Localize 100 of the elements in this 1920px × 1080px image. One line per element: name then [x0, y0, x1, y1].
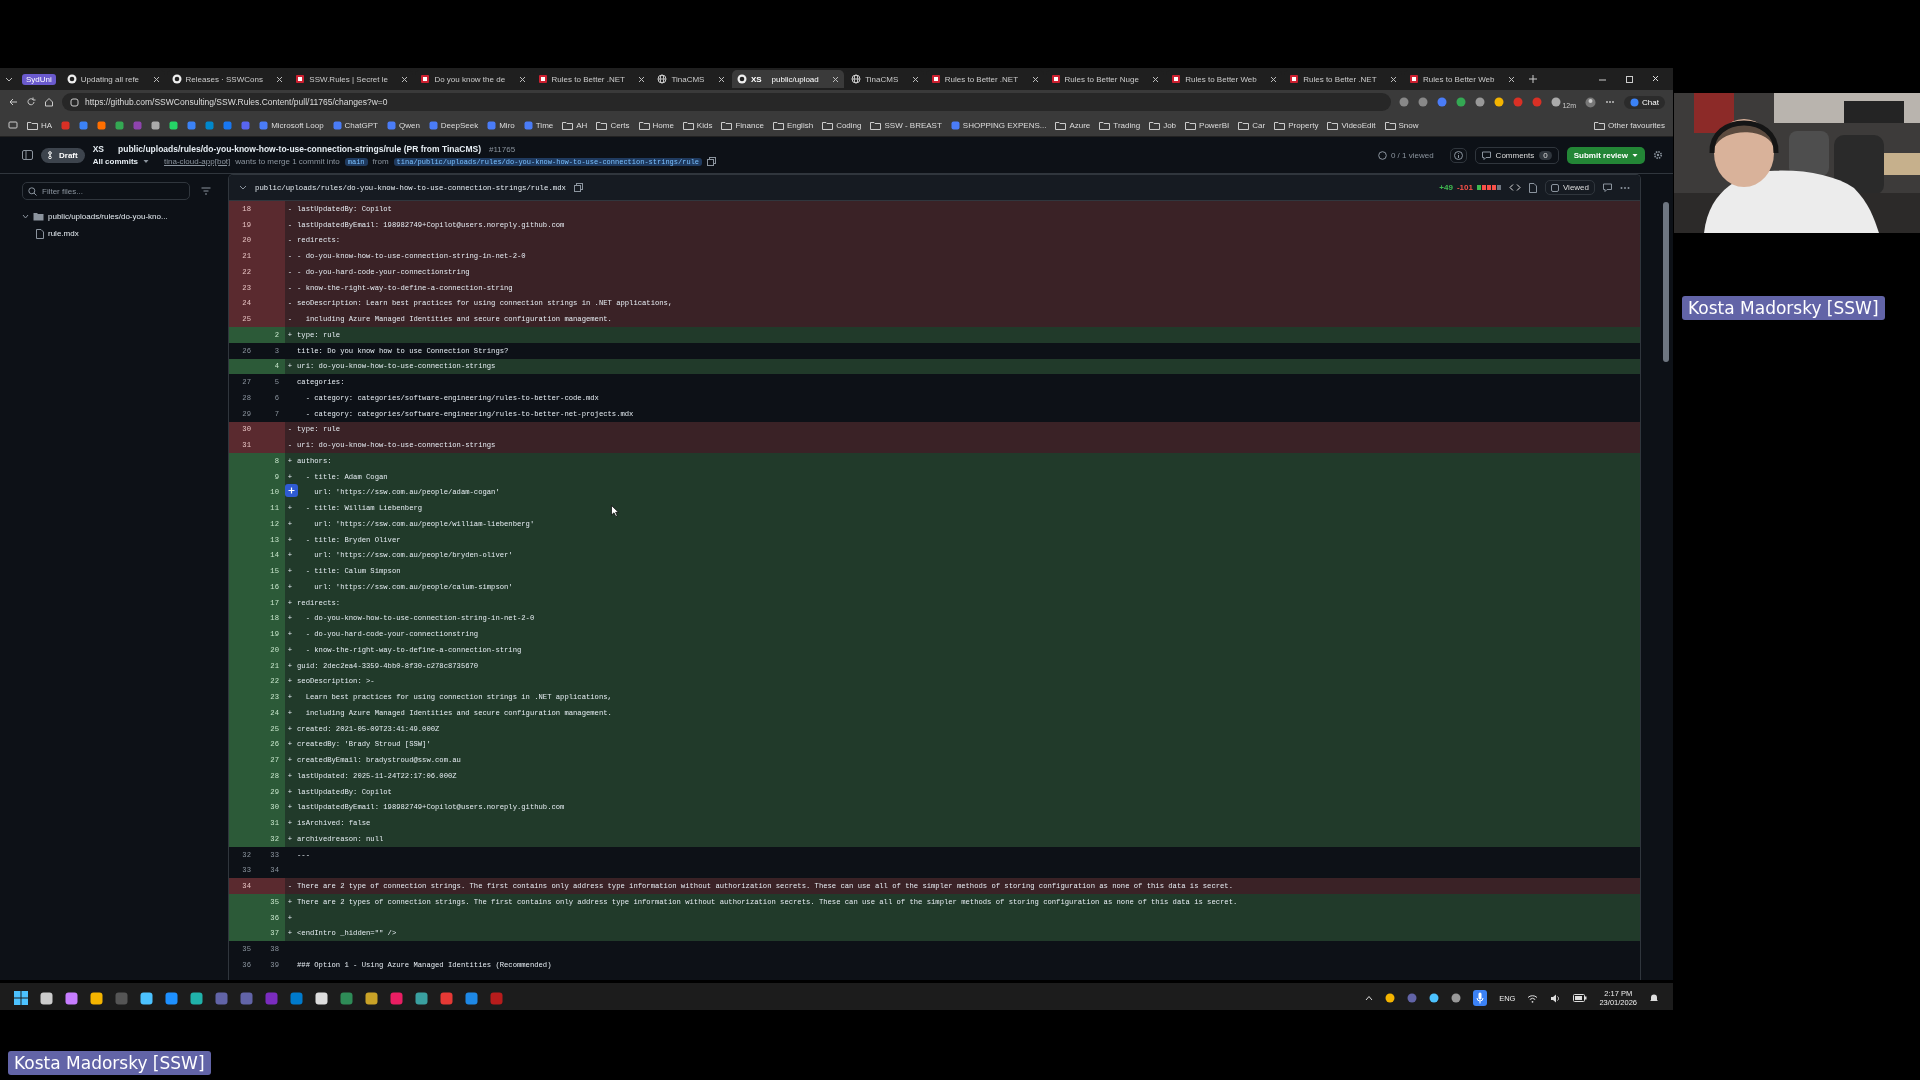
close-icon[interactable]: [1390, 75, 1398, 83]
extension-icon[interactable]: [1551, 97, 1562, 107]
close-icon[interactable]: [638, 75, 646, 83]
wifi-icon[interactable]: [1527, 993, 1539, 1003]
close-icon[interactable]: [717, 75, 725, 83]
circle-logo-icon: [66, 74, 77, 84]
caret-up-icon[interactable]: [1365, 995, 1374, 1001]
close-icon[interactable]: [1152, 75, 1160, 83]
chevron-down-icon[interactable]: [239, 184, 247, 191]
extension-icon[interactable]: [1399, 97, 1410, 107]
close-icon[interactable]: [911, 75, 919, 83]
close-icon[interactable]: [1507, 75, 1515, 83]
info-button[interactable]: [1449, 147, 1467, 163]
tray-icon[interactable]: [1385, 993, 1396, 1003]
close-icon[interactable]: [1651, 74, 1659, 82]
home-icon[interactable]: [44, 97, 54, 107]
add-comment-button[interactable]: [285, 484, 298, 497]
bookmark[interactable]: Property: [1274, 120, 1319, 130]
bookmark[interactable]: Job: [1149, 120, 1177, 130]
participant-name: Kosta Madorsky [SSW]: [1682, 296, 1885, 320]
submit-review-button[interactable]: Submit review: [1566, 146, 1645, 164]
extension-icon[interactable]: [1456, 97, 1467, 107]
comment-icon[interactable]: [1603, 183, 1612, 192]
profile-icon[interactable]: [1585, 96, 1597, 108]
bookmark[interactable]: Certs: [596, 120, 630, 130]
sidebar-toggle-icon[interactable]: [22, 150, 33, 160]
bookmark[interactable]: SHOPPING EXPENS...: [950, 120, 1047, 130]
close-icon[interactable]: [276, 75, 284, 83]
bookmark[interactable]: ChatGPT: [332, 120, 378, 130]
bookmark[interactable]: Car: [1238, 120, 1266, 130]
bookmark[interactable]: Miro: [487, 120, 515, 130]
scrollbar-thumb[interactable]: [1663, 202, 1669, 362]
new-tab-icon[interactable]: [1527, 74, 1538, 84]
draft-badge[interactable]: Draft: [41, 147, 85, 163]
bookmark[interactable]: Other favourites: [1594, 120, 1665, 130]
tree-item[interactable]: rule.mdx: [36, 225, 216, 242]
commits-dropdown[interactable]: All commits: [92, 157, 149, 166]
microphone-button[interactable]: [1473, 990, 1488, 1006]
bookmark[interactable]: Kids: [682, 120, 713, 130]
close-icon[interactable]: [1031, 75, 1039, 83]
close-icon[interactable]: [401, 75, 409, 83]
bookmark[interactable]: Finance: [721, 120, 764, 130]
bookmark[interactable]: Snow: [1384, 120, 1419, 130]
bookmark[interactable]: VideoEdit: [1327, 120, 1376, 130]
close-icon[interactable]: [1270, 75, 1278, 83]
bookmark[interactable]: HA: [27, 120, 53, 130]
app-icon[interactable]: [90, 991, 103, 1005]
tray-icon[interactable]: [1429, 993, 1440, 1003]
speaker-icon[interactable]: [1550, 993, 1562, 1003]
extension-icon[interactable]: [1475, 97, 1486, 107]
bookmark[interactable]: Time: [523, 120, 554, 130]
comments-button[interactable]: Comments 0: [1474, 146, 1559, 164]
battery-icon[interactable]: [1573, 994, 1588, 1002]
app-icon[interactable]: [315, 991, 328, 1005]
settings-icon[interactable]: [1653, 150, 1663, 160]
bookmark[interactable]: Trading: [1099, 120, 1141, 130]
more-icon[interactable]: [1620, 185, 1630, 190]
code-icon[interactable]: [1508, 183, 1521, 192]
file-icon[interactable]: [1528, 182, 1537, 193]
author-link[interactable]: tina-cloud-app[bot]: [164, 157, 231, 166]
workspace-label[interactable]: SydUni: [22, 73, 56, 85]
filter-field[interactable]: Filter files...: [22, 182, 190, 200]
bookmark[interactable]: Qwen: [386, 120, 420, 130]
close-icon[interactable]: [152, 75, 160, 83]
copy-icon[interactable]: [707, 157, 717, 166]
reading-icon[interactable]: [8, 120, 18, 130]
copy-icon[interactable]: [573, 183, 583, 192]
app-icon[interactable]: [40, 991, 53, 1005]
bookmark[interactable]: Microsoft Loop: [259, 120, 324, 130]
address-bar[interactable]: https://github.com/SSWConsulting/SSW.Rules.Content/pull/11765/changes?w=0: [62, 93, 1392, 111]
tray-icon[interactable]: [1451, 993, 1462, 1003]
app-icon[interactable]: [140, 991, 153, 1005]
bookmark[interactable]: SSW - BREAST: [870, 120, 942, 130]
tree-item[interactable]: public/uploads/rules/do-you-kno...: [22, 208, 216, 225]
bookmark[interactable]: Home: [638, 120, 674, 130]
close-icon[interactable]: [518, 75, 526, 83]
square-logo-icon: [1050, 74, 1061, 84]
chat-button[interactable]: Chat: [1624, 95, 1665, 109]
app-icon[interactable]: [65, 991, 78, 1005]
refresh-icon[interactable]: [26, 97, 36, 107]
viewed-checkbox[interactable]: Viewed: [1544, 180, 1595, 195]
bookmark[interactable]: AH: [562, 120, 588, 130]
extension-icon[interactable]: [1418, 97, 1429, 107]
bookmark[interactable]: DeepSeek: [428, 120, 479, 130]
restore-icon[interactable]: [1624, 74, 1634, 84]
bookmark[interactable]: Azure: [1055, 120, 1091, 130]
extension-icon[interactable]: [1494, 97, 1505, 107]
bookmark[interactable]: English: [772, 120, 814, 130]
windows-icon[interactable]: [14, 991, 28, 1005]
app-icon[interactable]: [415, 991, 428, 1005]
app-icon[interactable]: [165, 991, 178, 1005]
notification-icon[interactable]: [1649, 993, 1659, 1003]
browser-tab[interactable]: XS public/upload: [731, 70, 845, 88]
bookmark[interactable]: PowerBI: [1185, 120, 1230, 130]
app-icon[interactable]: [190, 991, 203, 1005]
app-icon[interactable]: [365, 991, 378, 1005]
back-icon[interactable]: [8, 97, 18, 107]
extension-icon[interactable]: [1437, 97, 1448, 107]
bookmark[interactable]: Coding: [822, 120, 862, 130]
close-icon[interactable]: [832, 75, 840, 83]
